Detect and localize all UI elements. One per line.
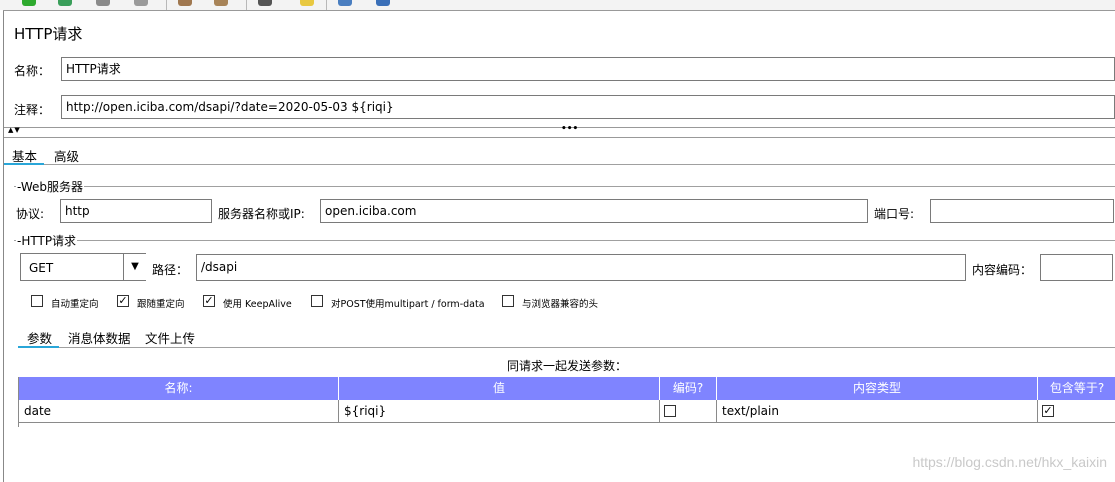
- clear-all-icon[interactable]: [214, 0, 228, 6]
- chevron-down-icon[interactable]: ▼: [123, 254, 146, 280]
- param-value-cell[interactable]: ${riqi}: [339, 400, 660, 423]
- web-server-group-title-text: Web服务器: [20, 180, 84, 194]
- stop-icon[interactable]: [96, 0, 110, 6]
- include-equals-checkbox[interactable]: ✓: [1042, 405, 1054, 417]
- comment-field[interactable]: http://open.iciba.com/dsapi/?date=2020-0…: [61, 95, 1115, 119]
- keepalive-label: 使用 KeepAlive: [223, 299, 292, 310]
- web-server-group-border: [14, 186, 1115, 187]
- clear-icon[interactable]: [178, 0, 192, 6]
- name-field[interactable]: HTTP请求: [61, 57, 1115, 81]
- server-name-label: 服务器名称或IP:: [218, 207, 305, 221]
- tab-parameters-underline: [18, 346, 59, 348]
- param-encode-cell[interactable]: [660, 400, 717, 423]
- toolbar-separator: [166, 0, 167, 10]
- tab-files-upload[interactable]: 文件上传: [145, 328, 195, 347]
- params-caption: 同请求一起发送参数：: [507, 359, 628, 373]
- method-value: GET: [29, 261, 54, 275]
- multipart-label: 对POST使用multipart / form-data: [331, 299, 485, 310]
- column-header-content-type[interactable]: 内容类型: [717, 377, 1038, 400]
- splitter-handle-icon[interactable]: •••: [561, 124, 578, 134]
- comment-label: 注释：: [14, 103, 51, 117]
- sub-tab-bar-line: [59, 347, 1115, 348]
- watermark: https://blog.csdn.net/hkx_kaixin: [912, 454, 1107, 470]
- tab-basic-underline: [4, 163, 44, 165]
- collapse-arrows-icon[interactable]: ▲▼: [8, 126, 21, 134]
- column-header-value[interactable]: 值: [339, 377, 660, 400]
- follow-redirects-label: 跟随重定向: [137, 299, 185, 310]
- start-icon[interactable]: [22, 0, 36, 6]
- column-header-include-equals[interactable]: 包含等于?: [1038, 377, 1115, 400]
- shutdown-icon[interactable]: [134, 0, 148, 6]
- method-select[interactable]: GET ▼: [20, 253, 146, 281]
- web-server-group-title: -Web服务器: [16, 178, 85, 195]
- multipart-checkbox[interactable]: [311, 295, 323, 307]
- column-header-encode[interactable]: 编码?: [660, 377, 717, 400]
- path-label: 路径：: [152, 263, 189, 277]
- panel-title: HTTP请求: [14, 25, 83, 43]
- content-encoding-label: 内容编码：: [972, 263, 1033, 277]
- param-name-cell[interactable]: date: [19, 400, 339, 423]
- tab-bar-line: [44, 164, 1115, 165]
- params-table: 名称: 值 编码? 内容类型 包含等于? date ${riqi} text/p…: [18, 377, 1115, 427]
- column-header-name[interactable]: 名称:: [19, 377, 339, 400]
- tab-advanced[interactable]: 高级: [54, 146, 79, 165]
- protocol-label: 协议:: [16, 207, 45, 221]
- tab-parameters[interactable]: 参数: [27, 328, 52, 347]
- http-request-group-title-text: HTTP请求: [21, 234, 77, 248]
- param-include-equals-cell[interactable]: ✓: [1038, 400, 1115, 423]
- port-field[interactable]: [930, 199, 1114, 223]
- keepalive-checkbox[interactable]: ✓: [203, 295, 215, 307]
- browser-headers-checkbox[interactable]: [502, 295, 514, 307]
- toolbar-separator: [246, 0, 247, 10]
- browser-headers-label: 与浏览器兼容的头: [522, 299, 599, 310]
- search-icon[interactable]: [258, 0, 272, 6]
- toolbar-separator: [326, 0, 327, 10]
- tab-body-data[interactable]: 消息体数据: [68, 328, 131, 347]
- encode-checkbox[interactable]: [664, 405, 676, 417]
- function-helper-icon[interactable]: [338, 0, 352, 6]
- panel-left-border: [3, 10, 4, 482]
- protocol-field[interactable]: http: [60, 199, 212, 223]
- name-label: 名称：: [14, 64, 51, 78]
- http-request-group-border: [14, 240, 1115, 241]
- http-request-group-title: -HTTP请求: [16, 232, 78, 249]
- port-label: 端口号:: [874, 207, 915, 221]
- path-field[interactable]: /dsapi: [196, 254, 966, 281]
- follow-redirects-checkbox[interactable]: ✓: [117, 295, 129, 307]
- toolbar: [0, 0, 1115, 10]
- start-no-pause-icon[interactable]: [58, 0, 72, 6]
- table-row[interactable]: date ${riqi} text/plain ✓: [19, 400, 1115, 423]
- panel-top-border: [3, 10, 1115, 11]
- reset-search-icon[interactable]: [300, 0, 314, 6]
- param-content-type-cell[interactable]: text/plain: [717, 400, 1038, 423]
- content-encoding-field[interactable]: [1040, 254, 1113, 281]
- help-icon[interactable]: [376, 0, 390, 6]
- splitter-bar[interactable]: ▲▼ •••: [4, 124, 1115, 138]
- auto-redirect-checkbox[interactable]: [31, 295, 43, 307]
- auto-redirect-label: 自动重定向: [51, 299, 99, 310]
- server-name-field[interactable]: open.iciba.com: [320, 199, 868, 223]
